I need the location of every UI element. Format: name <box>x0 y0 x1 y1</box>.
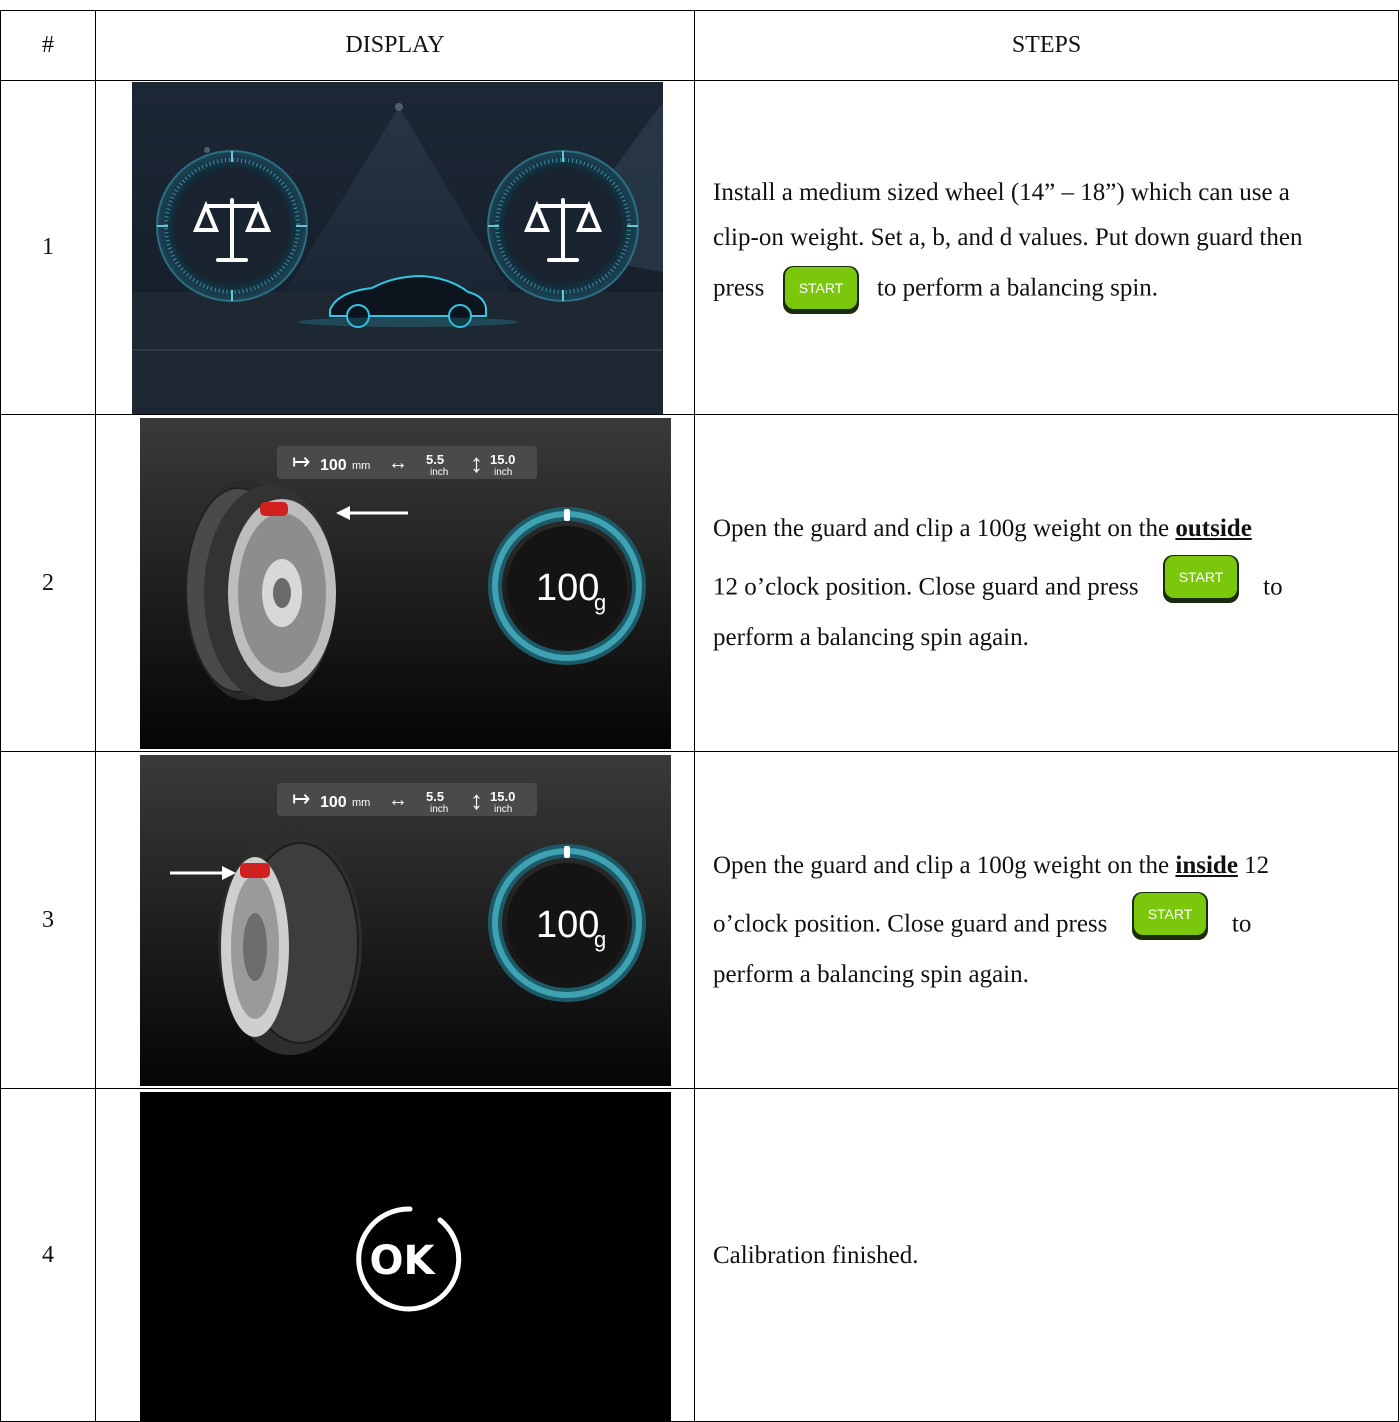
step-text: 12 <box>1237 852 1270 879</box>
tire-icon <box>218 831 362 1055</box>
table-row: 3 ↦ 100 mm ↔ 5.5 inch ↕ 15.0 inch 100 g … <box>0 751 1399 1089</box>
tire-icon <box>185 480 336 701</box>
step-text: Open the guard and clip a 100g weight on… <box>713 852 1176 879</box>
svg-text:mm: mm <box>352 797 370 809</box>
row-number: 3 <box>0 751 96 1089</box>
row-number: 4 <box>0 1088 96 1422</box>
emphasis-outside: outside <box>1175 515 1252 542</box>
display-cell: ↦ 100 mm ↔ 5.5 inch ↕ 15.0 inch 100 g <box>95 751 695 1089</box>
arrow-both-icon: ↔ <box>388 452 408 474</box>
step-text: to perform a balancing spin. <box>876 274 1159 302</box>
balance-left-gauge-icon <box>156 150 308 302</box>
step-text: press <box>713 274 765 302</box>
steps-cell: Install a medium sized wheel (14” – 18”)… <box>694 80 1399 415</box>
display-cell <box>95 80 695 415</box>
step-text: Open the guard and clip a 100g weight on… <box>713 515 1176 542</box>
balance-right-gauge-icon <box>487 150 639 302</box>
weight-gauge-icon: 100 g <box>488 507 646 665</box>
svg-text:inch: inch <box>430 467 448 478</box>
svg-text:100: 100 <box>320 457 347 474</box>
table-header-row: # DISPLAY STEPS <box>0 10 1399 81</box>
svg-text:g: g <box>594 927 606 952</box>
svg-text:5.5: 5.5 <box>426 789 444 804</box>
svg-text:15.0: 15.0 <box>490 452 515 467</box>
steps-cell: Calibration finished. <box>694 1088 1399 1422</box>
arrow-updown-icon: ↕ <box>470 785 483 815</box>
step-text-line: perform a balancing spin again. <box>713 624 1029 651</box>
row-number: 1 <box>0 80 96 415</box>
display-cell: ↦ 100 mm ↔ 5.5 inch ↕ 15.0 inch 100 g <box>95 414 695 752</box>
arrow-right-icon: ↦ <box>292 449 310 474</box>
arrow-both-icon: ↔ <box>388 789 408 811</box>
header-number: # <box>0 10 96 81</box>
svg-text:inch: inch <box>494 467 512 478</box>
table-row: 4 OK Calibration finished. <box>0 1088 1399 1422</box>
calibration-steps-table: # DISPLAY STEPS 1 Install a medium sized… <box>0 10 1399 1422</box>
header-display: DISPLAY <box>95 10 695 81</box>
step-text-line: Calibration finished. <box>713 1241 919 1269</box>
display-cell: OK <box>95 1088 695 1422</box>
svg-text:inch: inch <box>430 804 448 815</box>
start-label: START <box>1179 569 1224 585</box>
svg-text:15.0: 15.0 <box>490 789 515 804</box>
outside-weight-screen-image: ↦ 100 mm ↔ 5.5 inch ↕ 15.0 inch 100 g <box>140 418 671 749</box>
svg-text:inch: inch <box>494 804 512 815</box>
step-text: to <box>1231 910 1252 938</box>
svg-text:mm: mm <box>352 460 370 472</box>
weight-gauge-icon: 100 g <box>488 844 646 1002</box>
step-text: to <box>1263 573 1283 601</box>
inside-weight-screen-image: ↦ 100 mm ↔ 5.5 inch ↕ 15.0 inch 100 g <box>140 755 671 1086</box>
start-button-icon: START <box>1161 553 1241 605</box>
step-text: o’clock position. Close guard and press <box>713 910 1108 938</box>
arrow-updown-icon: ↕ <box>470 448 483 478</box>
row-number: 2 <box>0 414 96 752</box>
steps-cell: Open the guard and clip a 100g weight on… <box>694 751 1399 1089</box>
svg-text:g: g <box>594 590 606 615</box>
start-label: START <box>1147 906 1192 922</box>
step-text-line: Install a medium sized wheel (14” – 18”)… <box>713 178 1290 206</box>
arrow-right-icon: ↦ <box>292 786 310 811</box>
start-label: START <box>798 280 843 296</box>
step-text-line: perform a balancing spin again. <box>713 961 1029 988</box>
ok-screen-image: OK <box>140 1092 671 1421</box>
svg-text:100: 100 <box>536 904 599 946</box>
header-steps: STEPS <box>694 10 1399 81</box>
svg-text:5.5: 5.5 <box>426 452 444 467</box>
emphasis-inside: inside <box>1175 852 1238 879</box>
ok-label: OK <box>370 1238 437 1284</box>
balance-screen-image <box>132 82 663 414</box>
start-button-icon: START <box>781 264 861 316</box>
table-row: 2 ↦ 100 mm ↔ 5.5 inch ↕ 15.0 inch 100 g … <box>0 414 1399 752</box>
svg-text:100: 100 <box>536 567 599 609</box>
start-button-icon: START <box>1130 890 1210 942</box>
step-text: 12 o’clock position. Close guard and pre… <box>713 573 1139 601</box>
table-row: 1 Install a medium sized wheel (14” – 18… <box>0 80 1399 415</box>
svg-text:100: 100 <box>320 794 347 811</box>
steps-cell: Open the guard and clip a 100g weight on… <box>694 414 1399 752</box>
step-text-line: clip-on weight. Set a, b, and d values. … <box>713 223 1303 251</box>
